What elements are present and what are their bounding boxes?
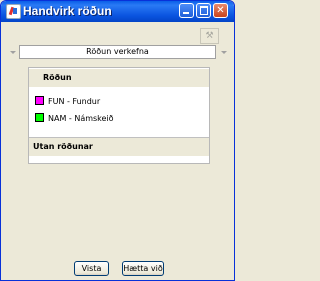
ordering-panel: Röðun FUN - Fundur NAM - Námskeið Utan r…	[28, 67, 210, 164]
section-title: Utan röðunar	[33, 142, 93, 151]
app-icon	[6, 4, 21, 19]
left-arrow-icon	[10, 51, 16, 54]
tool-button[interactable]: ⚒	[200, 28, 219, 44]
list-item[interactable]: FUN - Fundur	[35, 96, 100, 108]
window-title: Handvirk röðun	[23, 4, 112, 18]
section-title: Röðun	[43, 73, 72, 82]
wrench-icon: ⚒	[205, 31, 214, 41]
section-header-ordered: Röðun	[29, 69, 209, 87]
maximize-icon	[197, 4, 210, 17]
list-item[interactable]: NAM - Námskeið	[35, 113, 114, 125]
item-label: NAM - Námskeið	[48, 114, 114, 123]
right-arrow-icon	[221, 51, 227, 54]
dialog-window: Handvirk röðun ✕ ⚒ Röðun verkefna Röðun …	[0, 0, 235, 281]
save-button[interactable]: Vista	[74, 261, 109, 276]
color-swatch	[35, 113, 44, 122]
cancel-button[interactable]: Hætta við	[122, 261, 164, 276]
section-header-unordered: Utan röðunar	[29, 137, 209, 156]
item-label: FUN - Fundur	[48, 97, 101, 106]
color-swatch	[35, 96, 44, 105]
title-bar[interactable]: Handvirk röðun ✕	[1, 1, 234, 22]
ordering-select[interactable]: Röðun verkefna	[19, 45, 216, 59]
close-button[interactable]: ✕	[213, 3, 228, 18]
minimize-icon	[180, 4, 193, 17]
close-icon: ✕	[216, 5, 225, 16]
minimize-button[interactable]	[179, 3, 194, 18]
maximize-button[interactable]	[196, 3, 211, 18]
